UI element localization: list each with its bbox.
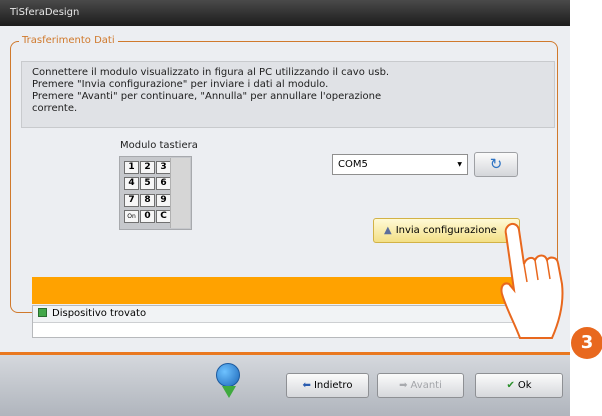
arrow-right-icon: ➡ [399, 380, 408, 391]
list-item: Dispositivo trovato [33, 306, 538, 323]
chevron-down-icon: ▼ [457, 161, 462, 168]
instruction-line: Premere "Avanti" per continuare, "Annull… [32, 91, 382, 102]
keypad-key: 1 [124, 161, 139, 174]
back-button-label: Indietro [313, 380, 353, 391]
window-title: TiSferaDesign [0, 0, 570, 26]
port-select-value: COM5 [338, 159, 368, 170]
log-list: Dispositivo trovato ▲ ▼ [32, 305, 552, 338]
download-arrow-icon [222, 386, 236, 398]
wizard-window: TiSferaDesign Trasferimento Dati Connett… [0, 0, 570, 416]
group-title: Trasferimento Dati [19, 34, 118, 48]
keypad-key: On [124, 210, 139, 223]
keypad-key: 2 [140, 161, 155, 174]
keypad-key: 5 [140, 177, 155, 190]
status-icon [38, 308, 47, 317]
keypad-key: 4 [124, 177, 139, 190]
instruction-line: corrente. [32, 103, 78, 114]
globe-icon [216, 363, 240, 387]
next-button[interactable]: ➡ Avanti [377, 373, 464, 398]
device-title: Modulo tastiera [120, 140, 198, 151]
keypad-key: 8 [140, 194, 155, 207]
instruction-line: Premere "Invia configurazione" per invia… [32, 79, 329, 90]
arrow-left-icon: ⬅ [302, 380, 311, 391]
refresh-button[interactable]: ↻ [474, 152, 518, 177]
instruction-line: Connettere il modulo visualizzato in fig… [32, 67, 390, 78]
port-select[interactable]: COM5 ▼ [332, 154, 468, 175]
keypad-side-panel [170, 158, 190, 228]
back-button[interactable]: ⬅ Indietro [286, 373, 369, 398]
keypad-key: 6 [156, 177, 171, 190]
send-configuration-button[interactable]: ▲ Invia configurazione [373, 218, 520, 243]
ok-button[interactable]: ✔ Ok [475, 373, 563, 398]
refresh-icon: ↻ [489, 155, 503, 173]
send-configuration-label: Invia configurazione [395, 225, 497, 236]
log-entry-text: Dispositivo trovato [52, 308, 147, 319]
step-badge: 3 [571, 327, 602, 359]
keypad-key: 7 [124, 194, 139, 207]
pointing-hand-icon [500, 222, 564, 339]
progress-bar [32, 277, 534, 304]
keypad-key: 3 [156, 161, 171, 174]
keypad-key: 0 [140, 210, 155, 223]
checkmark-icon: ✔ [506, 380, 515, 391]
upload-icon: ▲ [384, 225, 392, 236]
instructions-box: Connettere il modulo visualizzato in fig… [21, 61, 555, 128]
ok-button-label: Ok [517, 380, 532, 391]
next-button-label: Avanti [410, 380, 442, 391]
keypad-key: C [156, 210, 171, 223]
keypad-key: 9 [156, 194, 171, 207]
